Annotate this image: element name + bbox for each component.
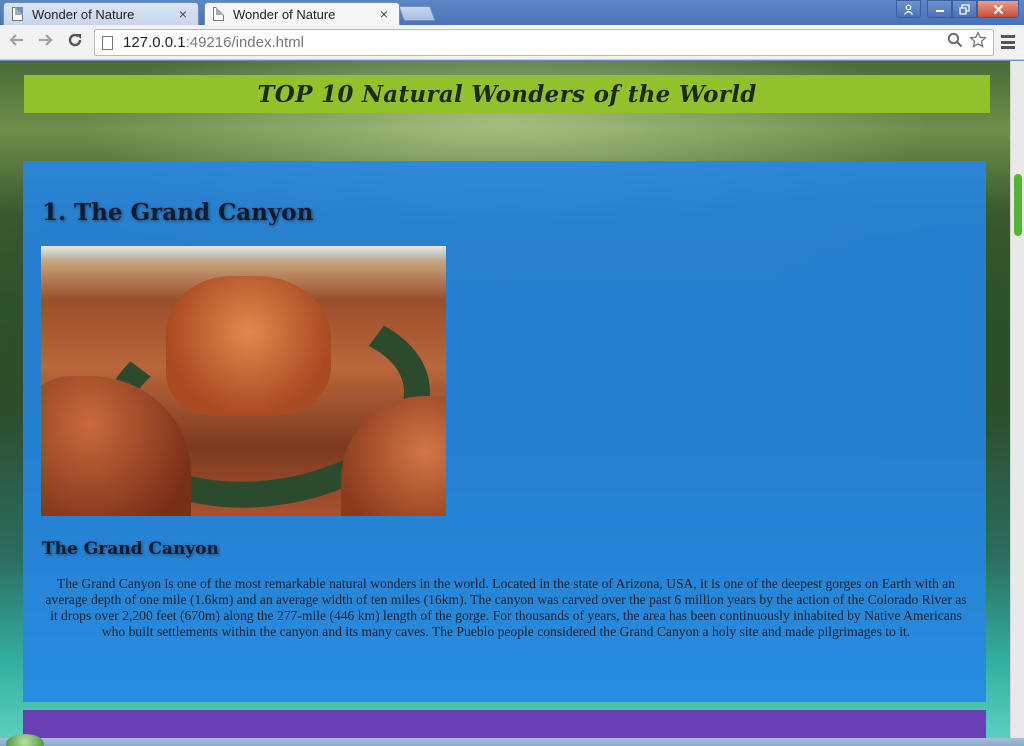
tab-strip: Wonder of Nature × Wonder of Nature × [0,0,1024,25]
page-icon [12,7,23,21]
page-icon [213,7,224,21]
vertical-scrollbar[interactable] [1010,61,1024,746]
restore-button[interactable] [952,0,977,18]
scrollbar-thumb[interactable] [1014,174,1022,236]
grand-canyon-image [41,246,446,516]
back-button[interactable] [6,31,28,53]
article-body: The Grand Canyon is one of the most rema… [45,576,967,639]
image-sky [41,246,446,260]
image-mesa [166,276,331,416]
reload-button[interactable] [64,31,86,53]
magnifier-icon[interactable] [947,32,963,53]
user-profile-icon[interactable] [896,0,921,18]
url-text[interactable]: 127.0.0.1:49216/index.html [123,34,947,51]
url-port: :49216 [185,34,232,51]
close-icon[interactable]: × [377,6,391,22]
forward-button[interactable] [34,31,56,53]
browser-toolbar: 127.0.0.1:49216/index.html [0,25,1024,60]
menu-line [1001,40,1015,44]
url-host: 127.0.0.1 [123,34,186,51]
star-icon[interactable] [969,30,987,54]
tab-title: Wonder of Nature [233,6,336,22]
os-taskbar [0,738,1024,746]
page-icon [102,35,113,50]
address-bar[interactable]: 127.0.0.1:49216/index.html [94,29,994,56]
close-icon[interactable]: × [176,6,190,22]
tab-title: Wonder of Nature [32,6,135,22]
url-path: /index.html [231,34,304,51]
browser-tab-2[interactable]: Wonder of Nature × [204,2,400,25]
page-viewport: TOP 10 Natural Wonders of the World 1. T… [0,61,1010,746]
hamburger-menu-icon[interactable] [998,33,1018,51]
article-subheading: The Grand Canyon [42,539,219,559]
site-title: TOP 10 Natural Wonders of the World [257,80,757,108]
menu-line [1001,35,1015,38]
menu-line [1001,46,1015,49]
new-tab-button[interactable] [398,6,436,21]
site-header: TOP 10 Natural Wonders of the World [24,75,990,113]
article-panel: 1. The Grand Canyon The Grand Canyon The… [23,161,986,702]
minimize-button[interactable] [927,0,952,18]
article-heading: 1. The Grand Canyon [42,199,314,226]
window-close-button[interactable] [977,0,1019,18]
browser-tab-1[interactable]: Wonder of Nature × [3,2,199,25]
